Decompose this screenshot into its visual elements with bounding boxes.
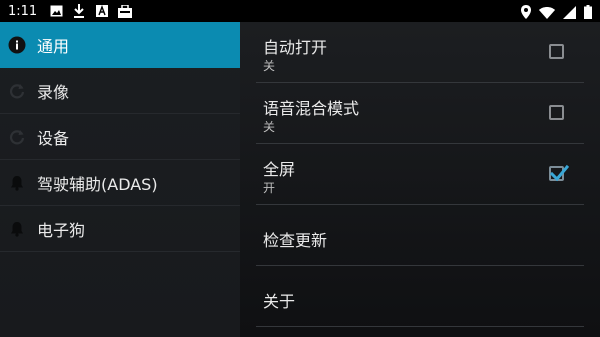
battery-icon	[584, 4, 592, 23]
pref-check-update[interactable]: 检查更新	[256, 205, 584, 266]
pref-auto-open[interactable]: 自动打开 关	[256, 22, 584, 83]
pref-title: 检查更新	[263, 231, 328, 250]
bell-icon	[8, 174, 26, 192]
pref-summary: 关	[263, 59, 276, 73]
pref-voice-mix-mode[interactable]: 语音混合模式 关	[256, 83, 584, 144]
status-right-icons	[521, 4, 592, 23]
pref-about[interactable]: 关于	[256, 266, 584, 327]
briefcase-icon	[118, 4, 133, 18]
sidebar-item-speed-camera[interactable]: 电子狗	[0, 206, 240, 252]
checkmark-icon	[549, 164, 569, 182]
sidebar-item-label: 录像	[37, 82, 70, 102]
pref-summary: 开	[263, 181, 276, 195]
auto-open-checkbox[interactable]	[549, 44, 564, 59]
text-a-icon	[95, 4, 109, 18]
wifi-icon	[539, 4, 555, 23]
sidebar-item-label: 电子狗	[37, 220, 86, 240]
status-time: 1:11	[8, 3, 38, 19]
pref-fullscreen[interactable]: 全屏 开	[256, 144, 584, 205]
sidebar-item-label: 驾驶辅助(ADAS)	[37, 174, 158, 194]
pref-title: 自动打开	[263, 38, 328, 57]
voice-mix-mode-checkbox[interactable]	[549, 105, 564, 120]
preferences-panel: 自动打开 关 语音混合模式 关 全屏 开 检查更新 关于	[240, 22, 600, 337]
pref-summary: 关	[263, 120, 276, 134]
sidebar-item-general[interactable]: 通用	[0, 22, 240, 68]
location-icon	[521, 4, 531, 23]
sidebar: 通用 录像 设备 驾驶辅助(ADAS) 电子狗	[0, 22, 240, 337]
info-icon	[8, 36, 26, 54]
signal-icon	[563, 4, 576, 23]
sidebar-item-label: 通用	[37, 36, 70, 56]
image-icon	[49, 4, 63, 18]
pref-title: 关于	[263, 292, 296, 311]
sidebar-item-recording[interactable]: 录像	[0, 68, 240, 114]
fullscreen-checkbox[interactable]	[549, 164, 569, 182]
bell-icon	[8, 220, 26, 238]
status-bar: 1:11	[0, 0, 600, 22]
sidebar-item-device[interactable]: 设备	[0, 114, 240, 160]
refresh-icon	[8, 82, 26, 100]
pref-title: 语音混合模式	[263, 99, 360, 118]
sidebar-item-adas[interactable]: 驾驶辅助(ADAS)	[0, 160, 240, 206]
refresh-icon	[8, 128, 26, 146]
download-icon	[72, 4, 86, 18]
pref-title: 全屏	[263, 160, 296, 179]
sidebar-item-label: 设备	[37, 128, 70, 148]
